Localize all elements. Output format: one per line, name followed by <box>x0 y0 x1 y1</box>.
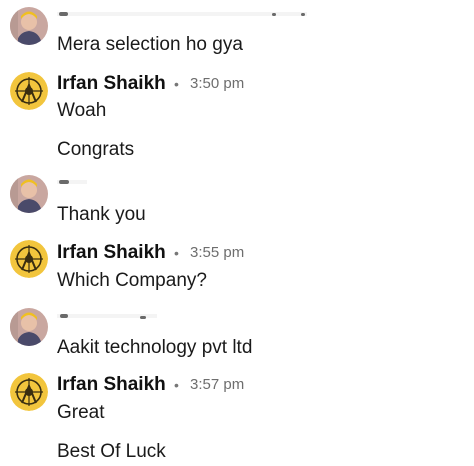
message-text: Best Of Luck <box>57 441 166 462</box>
message-text: Congrats <box>57 139 135 160</box>
compass-logo-avatar[interactable] <box>10 72 48 110</box>
message-text: Mera selection ho gya <box>57 34 243 55</box>
chat-thread: Mera selection ho gya Irfan Shaikh • 3:5… <box>0 0 474 466</box>
sender-name[interactable]: Irfan Shaikh <box>57 374 166 396</box>
message-text: Aakit technology pvt ltd <box>57 337 253 358</box>
message-text: Which Company? <box>57 270 207 291</box>
separator-dot: • <box>174 245 179 261</box>
compass-logo-avatar[interactable] <box>10 373 48 411</box>
message-text: Woah <box>57 100 107 121</box>
user-photo-avatar[interactable] <box>10 7 48 45</box>
sender-name[interactable]: Irfan Shaikh <box>57 73 166 95</box>
message-text: Thank you <box>57 204 146 225</box>
message-timestamp: 3:55 pm <box>190 244 245 261</box>
separator-dot: • <box>174 377 179 393</box>
redacted-sender-name <box>57 180 87 184</box>
user-photo-avatar[interactable] <box>10 175 48 213</box>
message-timestamp: 3:57 pm <box>190 376 245 393</box>
separator-dot: • <box>174 76 179 92</box>
message-text: Great <box>57 402 105 423</box>
redacted-sender-name <box>57 314 157 319</box>
redacted-sender-name <box>57 12 307 16</box>
sender-name[interactable]: Irfan Shaikh <box>57 242 166 264</box>
compass-logo-avatar[interactable] <box>10 240 48 278</box>
user-photo-avatar[interactable] <box>10 308 48 346</box>
message-timestamp: 3:50 pm <box>190 75 245 92</box>
